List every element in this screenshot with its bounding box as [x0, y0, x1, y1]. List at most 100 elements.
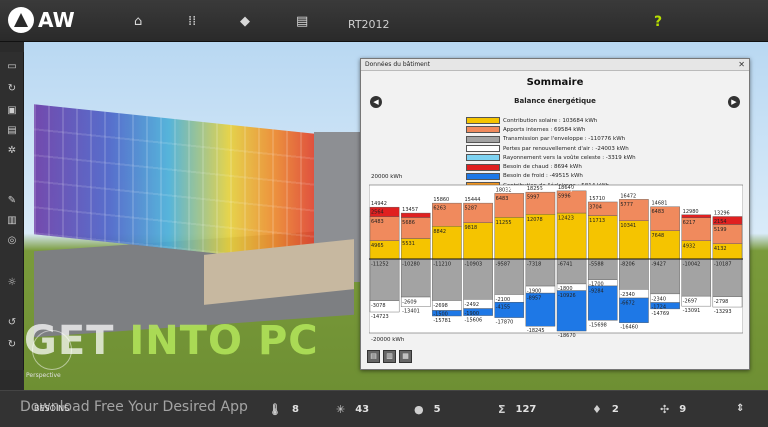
watermark-text-a: GET — [24, 318, 130, 364]
bar-value-label: -2492 — [465, 302, 480, 308]
drop-icon: ♦ — [592, 403, 602, 416]
stat-sun[interactable]: ✳ 43 — [336, 403, 369, 416]
help-icon[interactable]: ? — [654, 14, 662, 30]
dialog-footer: ▤ ▥ ▦ — [367, 350, 412, 363]
perspective-label: Perspective — [26, 372, 61, 379]
redo-icon[interactable]: ↻ — [6, 340, 18, 350]
expand-icon[interactable]: ⇕ — [736, 403, 744, 414]
bar-value-label: 5531 — [402, 241, 415, 247]
stat-thermometer[interactable]: 🌡 8 — [268, 403, 299, 416]
category-label: S — [632, 187, 635, 193]
bar-value-label: 5686 — [402, 220, 415, 226]
pin-icon[interactable]: ✎ — [6, 196, 18, 206]
bottom-total-label: -18670 — [558, 333, 576, 339]
top-total-label: 12980 — [683, 209, 699, 215]
bottom-total-label: -15698 — [589, 322, 607, 328]
top-total-label: 14681 — [652, 201, 668, 207]
bottom-total-label: -16460 — [620, 325, 638, 331]
bar-value-label: 6483 — [496, 196, 509, 202]
watermark: GET INTO PC — [24, 318, 319, 364]
prev-button[interactable]: ◀ — [370, 96, 382, 108]
bar-value-label: 5996 — [558, 193, 571, 199]
bar-value-label: -10187 — [714, 262, 732, 268]
app-logo[interactable]: AW — [8, 7, 75, 33]
bar-value-label: -2798 — [714, 299, 729, 305]
stat-bulb[interactable]: ● 5 — [414, 403, 441, 416]
bar-value-label: -2340 — [620, 292, 635, 298]
document-icon[interactable]: ▤ — [296, 14, 308, 29]
bar-value-label: -8206 — [620, 262, 635, 268]
bottom-total-label: -18245 — [527, 328, 545, 334]
close-icon[interactable]: ✕ — [738, 60, 745, 70]
bottom-total-label: -13293 — [714, 309, 732, 315]
bar-value-label: -1500 — [433, 312, 448, 318]
camera-icon[interactable]: ◎ — [6, 236, 18, 246]
legend-swatch — [466, 154, 500, 162]
copy-icon[interactable]: ▥ — [383, 350, 396, 363]
project-title: RT2012 — [348, 18, 390, 31]
bar-value-label: -9587 — [496, 262, 511, 268]
bar-value-label: -11210 — [433, 262, 451, 268]
legend-label: Contribution solaire : 103684 kWh — [503, 117, 598, 124]
dialog-subheading: Balance énergétique — [514, 97, 596, 105]
stat-sigma[interactable]: Σ 127 — [498, 403, 536, 416]
bottom-total-label: -13091 — [683, 308, 701, 314]
print-icon[interactable]: ▤ — [6, 126, 18, 136]
refresh-icon[interactable]: ↻ — [6, 84, 18, 94]
legend-label: Rayonnement vers la voûte celeste : -331… — [503, 154, 636, 161]
bar-value-label: -5588 — [589, 262, 604, 268]
top-bar: AW ⌂ ⁞⁞ ◆ ▤ RT2012 ? — [0, 0, 768, 42]
watermark-text-b: INTO PC — [129, 318, 319, 364]
home-icon[interactable]: ⌂ — [134, 14, 142, 29]
bottom-total-label: -14769 — [652, 311, 670, 317]
left-toolbar: ▭ ↻ ▣ ▤ ✲ ✎ ▥ ◎ ☼ ↺ ↻ — [0, 52, 24, 370]
legend-item: Transmission par l'enveloppe : -110776 k… — [466, 135, 636, 144]
bottom-total-label: -15781 — [433, 318, 451, 324]
bar-value-label: -1900 — [465, 311, 480, 317]
bar-value-label: -10903 — [465, 262, 483, 268]
legend-swatch — [466, 135, 500, 143]
bar-value-label: -10926 — [558, 293, 576, 299]
bar-value-label: 11713 — [589, 218, 605, 224]
bar-value-label: 5287 — [465, 206, 478, 212]
hat-icon[interactable]: ◆ — [240, 14, 250, 29]
bar-value-label: 3704 — [589, 204, 602, 210]
category-label: F — [414, 187, 417, 193]
gear-icon[interactable]: ✲ — [6, 146, 18, 156]
bar-value-label: 2564 — [371, 210, 384, 216]
category-label: J — [570, 187, 572, 193]
bar-value-label: -10280 — [402, 262, 420, 268]
bar-segment — [400, 212, 431, 218]
y-axis-bottom-label: -20000 kWh — [371, 337, 405, 343]
category-label: M — [445, 187, 449, 193]
building-data-dialog[interactable]: Données du bâtiment ✕ Sommaire Balance é… — [360, 58, 750, 370]
watermark-subtext: Download Free Your Desired App — [20, 399, 248, 415]
bar-value-label: 5997 — [527, 195, 540, 201]
bar-value-label: -6672 — [620, 301, 635, 307]
bar-value-label: 2154 — [714, 219, 727, 225]
export-icon[interactable]: ▥ — [6, 216, 18, 226]
energy-balance-chart: 20000 kWh -20000 kWh 4965 6483 2564 -11252 -30… — [368, 171, 744, 343]
building-facade-heatmap — [34, 104, 334, 266]
grid-icon[interactable]: ⁞⁞ — [188, 14, 196, 29]
legend-swatch — [466, 145, 500, 153]
top-total-label: 15710 — [589, 196, 605, 202]
top-total-label: 16472 — [620, 193, 636, 199]
next-button[interactable]: ▶ — [728, 96, 740, 108]
bar-value-label: 5199 — [714, 227, 727, 233]
sun-icon[interactable]: ☼ — [6, 278, 18, 288]
bar-value-label: -2697 — [683, 299, 698, 305]
export-icon[interactable]: ▦ — [399, 350, 412, 363]
stat-drop[interactable]: ♦ 2 — [592, 403, 619, 416]
print-icon[interactable]: ▤ — [367, 350, 380, 363]
legend-label: Apports internes : 69584 kWh — [503, 126, 586, 133]
folder-icon[interactable]: ▭ — [6, 62, 18, 72]
bar-value-label: 4132 — [714, 246, 727, 252]
bar-value-label: 6217 — [683, 220, 696, 226]
bar-value-label: 9818 — [465, 225, 478, 231]
bar-value-label: 6263 — [433, 206, 446, 212]
stat-fan[interactable]: ✣ 9 — [660, 403, 686, 416]
undo-icon[interactable]: ↺ — [6, 318, 18, 328]
save-icon[interactable]: ▣ — [6, 106, 18, 116]
sun-icon: ✳ — [336, 403, 346, 416]
